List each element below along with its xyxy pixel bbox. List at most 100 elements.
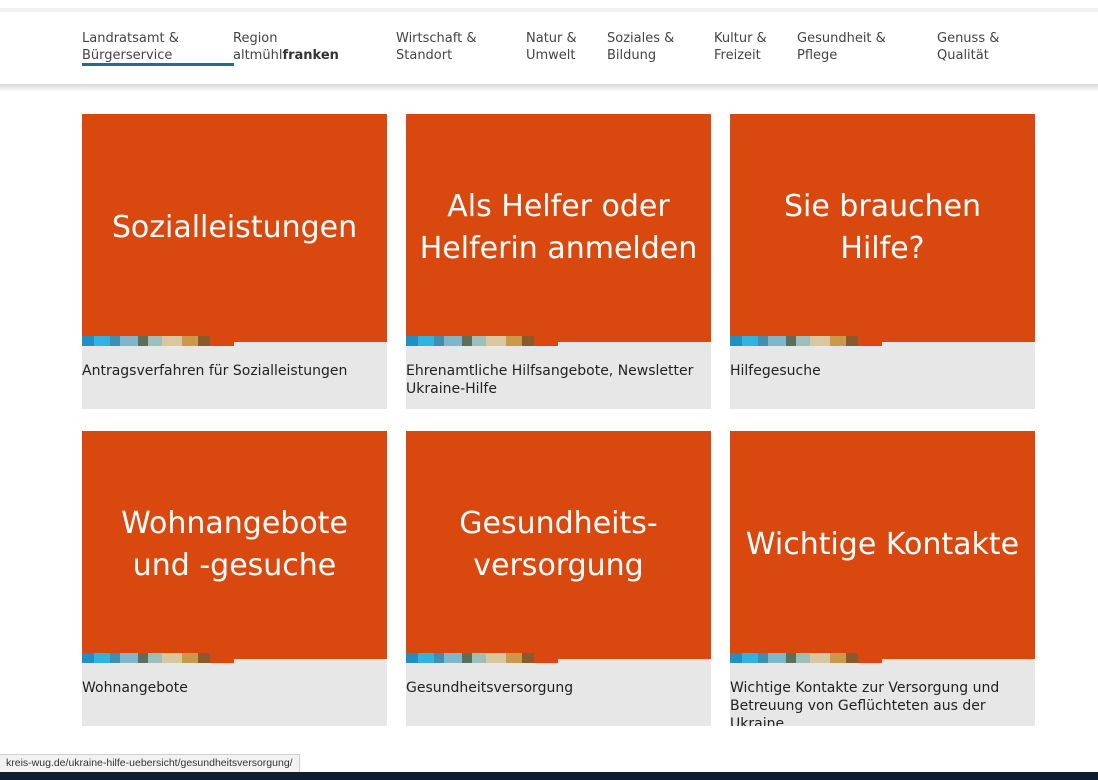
stripe-segment [796,653,810,663]
tile-helfer-anmelden[interactable]: Als Helfer oder Helferin anmelden Ehrena… [406,114,711,409]
color-stripe [406,336,558,346]
nav-item-kultur[interactable]: Kultur & Freizeit [714,30,767,64]
stripe-segment [82,653,94,663]
stripe-segment [444,336,462,346]
tile-header: Sozialleistungen [82,114,387,342]
nav-item-label-line1: Soziales & [607,31,675,46]
stripe-segment [182,653,198,663]
stripe-segment [742,336,758,346]
stripe-segment [148,336,162,346]
tile-gesundheitsversorgung[interactable]: Gesundheits- versorgung Gesundheitsverso… [406,431,711,726]
stripe-segment [730,653,742,663]
nav-shadow [0,84,1098,92]
tile-wichtige-kontakte[interactable]: Wichtige Kontakte Wichtige Kontakte zur … [730,431,1035,726]
nav-item-label-line1: Kultur & [714,31,767,46]
tile-description: Wichtige Kontakte zur Versorgung und Bet… [730,680,1000,726]
nav-item-label-line1: Region [233,31,278,46]
color-stripe [730,336,882,346]
stripe-segment [742,653,758,663]
nav-item-label-line1: Wirtschaft & [396,31,477,46]
stripe-segment [406,653,418,663]
stripe-segment [210,653,234,663]
tile-wohnangebote[interactable]: Wohnangebote und -gesuche Wohnangebote [82,431,387,726]
nav-item-soziales[interactable]: Soziales & Bildung [607,30,674,64]
color-stripe [406,653,558,663]
top-divider [0,8,1098,12]
tile-heading: Als Helfer oder Helferin anmelden [419,189,698,266]
nav-item-label-line2: Bürgerservice [82,48,173,63]
stripe-segment [138,653,148,663]
stripe-segment [162,336,182,346]
stripe-segment [810,336,830,346]
stripe-segment [182,336,198,346]
tile-heading: Wichtige Kontakte [745,527,1020,562]
nav-item-label-line2: Umwelt [526,48,576,63]
stripe-segment [120,653,138,663]
stripe-segment [830,336,846,346]
nav-item-wirtschaft[interactable]: Wirtschaft & Standort [396,30,476,64]
tile-description: Wohnangebote [82,680,188,696]
tile-header: Wichtige Kontakte [730,431,1035,659]
stripe-segment [730,336,742,346]
tile-header: Gesundheits- versorgung [406,431,711,659]
stripe-segment [846,653,858,663]
stripe-segment [110,653,120,663]
stripe-segment [786,653,796,663]
nav-item-label-line1: Natur & [526,31,577,46]
active-nav-underline [82,63,234,66]
tile-hilfe-brauchen[interactable]: Sie brauchen Hilfe? Hilfegesuche [730,114,1035,409]
stripe-segment [462,336,472,346]
nav-item-label-line2: Qualität [937,48,989,63]
nav-item-label-line2: altmühlfranken [233,47,339,64]
stripe-segment [534,653,558,663]
nav-item-landratsamt[interactable]: Landratsamt & Bürgerservice [82,30,234,66]
nav-item-label-line2: Standort [396,48,453,63]
nav-item-label-line2: Bildung [607,48,657,63]
stripe-segment [758,653,768,663]
stripe-segment [82,336,94,346]
nav-item-gesundheit[interactable]: Gesundheit & Pflege [797,30,886,64]
tile-sozialleistungen[interactable]: Sozialleistungen Antragsverfahren für So… [82,114,387,409]
nav-item-region[interactable]: Region altmühlfranken [233,30,339,64]
stripe-segment [506,653,522,663]
region-name-plain: altmühl [233,48,283,63]
stripe-segment [162,653,182,663]
stripe-segment [418,336,434,346]
stripe-segment [472,336,486,346]
stripe-segment [110,336,120,346]
tile-description: Hilfegesuche [730,363,821,379]
tile-description: Gesundheitsversorgung [406,680,574,696]
stripe-segment [148,653,162,663]
stripe-segment [858,336,882,346]
stripe-segment [522,653,534,663]
tile-heading: Sie brauchen Hilfe? [783,189,982,266]
region-name-bold: franken [282,48,339,63]
tile-header: Als Helfer oder Helferin anmelden [406,114,711,342]
stripe-segment [198,336,210,346]
stripe-segment [796,336,810,346]
stripe-segment [406,336,418,346]
stripe-segment [418,653,434,663]
browser-status-url: kreis-wug.de/ukraine-hilfe-uebersicht/ge… [0,754,300,773]
stripe-segment [434,336,444,346]
stripe-segment [138,336,148,346]
tile-heading: Wohnangebote und -gesuche [121,506,348,583]
nav-item-label-line1: Gesundheit & [797,31,886,46]
stripe-segment [120,336,138,346]
stripe-segment [768,653,786,663]
nav-item-genuss[interactable]: Genuss & Qualität [937,30,999,64]
stripe-segment [486,653,506,663]
stripe-segment [858,653,882,663]
color-stripe [730,653,882,663]
stripe-segment [506,336,522,346]
tile-header: Wohnangebote und -gesuche [82,431,387,659]
tile-header: Sie brauchen Hilfe? [730,114,1035,342]
stripe-segment [434,653,444,663]
stripe-segment [444,653,462,663]
stripe-segment [758,336,768,346]
stripe-segment [522,336,534,346]
nav-item-label-line2: Pflege [797,48,838,63]
tile-description: Ehrenamtliche Hilfsangebote, Newsletter … [406,363,694,397]
stripe-segment [210,336,234,346]
nav-item-natur[interactable]: Natur & Umwelt [526,30,577,64]
